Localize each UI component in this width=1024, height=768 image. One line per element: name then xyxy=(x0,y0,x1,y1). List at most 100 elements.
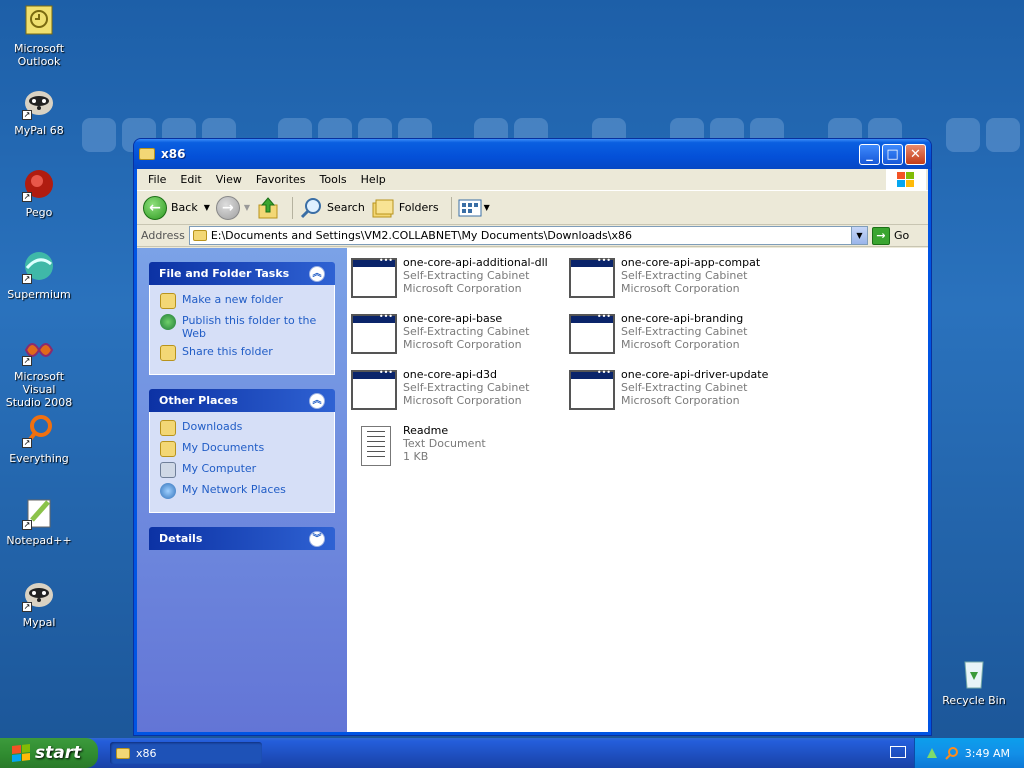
cabinet-icon xyxy=(569,368,617,412)
task-label: Make a new folder xyxy=(182,293,283,306)
file-name: one-core-api-app-compat xyxy=(621,256,761,269)
file-item[interactable]: one-core-api-driver-update Self-Extracti… xyxy=(569,368,779,418)
minimize-button[interactable]: _ xyxy=(859,143,880,165)
explorer-body: File and Folder Tasks ︽ Make a new folde… xyxy=(137,248,928,732)
desktop-icon-label: Pego xyxy=(25,206,53,219)
desktop-icon-pego[interactable]: ↗ Pego xyxy=(0,168,78,219)
start-label: start xyxy=(35,743,82,763)
file-item[interactable]: one-core-api-app-compat Self-Extracting … xyxy=(569,256,779,306)
close-button[interactable]: ✕ xyxy=(905,143,926,165)
file-type: Self-Extracting Cabinet xyxy=(403,269,530,282)
file-info: 1 KB xyxy=(403,450,429,463)
taskbar-window-button[interactable]: x86 xyxy=(110,742,262,764)
search-button[interactable]: Search xyxy=(299,196,365,220)
file-type: Text Document xyxy=(403,437,486,450)
system-tray: 3:49 AM xyxy=(914,738,1024,768)
back-button[interactable]: ← Back ▼ xyxy=(143,195,210,220)
menu-view[interactable]: View xyxy=(209,171,249,188)
folders-button[interactable]: Folders xyxy=(371,196,439,220)
everything-tray-icon[interactable] xyxy=(945,746,959,760)
menu-favorites[interactable]: Favorites xyxy=(249,171,313,188)
collapse-chevron-icon[interactable]: ︽ xyxy=(309,392,325,409)
recycle-bin-icon xyxy=(957,656,991,690)
panel-header[interactable]: Other Places ︽ xyxy=(149,389,335,412)
up-button[interactable] xyxy=(256,196,280,220)
desktop-icon-visual-studio[interactable]: ↗ Microsoft Visual Studio 2008 xyxy=(0,332,78,409)
place-my-network-places[interactable]: My Network Places xyxy=(160,483,324,499)
folder-icon xyxy=(116,747,130,759)
file-info: Microsoft Corporation xyxy=(621,394,740,407)
file-name: Readme xyxy=(403,424,449,437)
menu-file[interactable]: File xyxy=(141,171,173,188)
task-share-folder[interactable]: Share this folder xyxy=(160,345,324,361)
file-item[interactable]: one-core-api-base Self-Extracting Cabine… xyxy=(351,312,561,362)
place-my-documents[interactable]: My Documents xyxy=(160,441,324,457)
panel-header[interactable]: File and Folder Tasks ︽ xyxy=(149,262,335,285)
address-bar: Address E:\Documents and Settings\VM2.CO… xyxy=(137,225,928,247)
desktop-icon-everything[interactable]: ↗ Everything xyxy=(0,414,78,465)
file-item[interactable]: one-core-api-additional-dll Self-Extract… xyxy=(351,256,561,306)
cabinet-icon xyxy=(351,368,399,412)
file-info: Microsoft Corporation xyxy=(403,338,522,351)
desktop-icon-label: Microsoft Visual Studio 2008 xyxy=(5,370,73,409)
folders-label: Folders xyxy=(398,201,439,214)
desktop-icon-label: Notepad++ xyxy=(6,534,72,547)
file-item[interactable]: one-core-api-branding Self-Extracting Ca… xyxy=(569,312,779,362)
maximize-button[interactable]: □ xyxy=(882,143,903,165)
desktop-icon-label: Supermium xyxy=(7,288,71,301)
menu-tools[interactable]: Tools xyxy=(313,171,354,188)
file-item[interactable]: one-core-api-d3d Self-Extracting Cabinet… xyxy=(351,368,561,418)
keyboard-icon[interactable] xyxy=(890,746,906,758)
mypal-icon: ↗ xyxy=(22,578,56,612)
task-pane: File and Folder Tasks ︽ Make a new folde… xyxy=(137,248,347,732)
network-places-icon xyxy=(160,483,176,499)
place-my-computer[interactable]: My Computer xyxy=(160,462,324,478)
outlook-icon xyxy=(22,4,56,38)
back-arrow-icon: ← xyxy=(143,195,167,220)
menu-help[interactable]: Help xyxy=(354,171,393,188)
taskbar-window-label: x86 xyxy=(136,746,157,760)
panel-title: Details xyxy=(159,532,203,545)
visual-studio-icon: ↗ xyxy=(22,332,56,366)
title-bar[interactable]: x86 _ □ ✕ xyxy=(134,139,931,169)
address-input[interactable]: E:\Documents and Settings\VM2.COLLABNET\… xyxy=(188,226,868,245)
desktop-icon-mypal68[interactable]: ↗ MyPal 68 xyxy=(0,86,78,137)
file-info: Microsoft Corporation xyxy=(403,394,522,407)
file-item[interactable]: Readme Text Document 1 KB xyxy=(351,424,561,474)
desktop-icon-notepadpp[interactable]: ↗ Notepad++ xyxy=(0,496,78,547)
folder-up-icon xyxy=(258,196,278,218)
collapse-chevron-icon[interactable]: ︽ xyxy=(309,265,325,282)
task-make-new-folder[interactable]: Make a new folder xyxy=(160,293,324,309)
desktop-icon-supermium[interactable]: ↗ Supermium xyxy=(0,250,78,301)
network-tray-icon[interactable] xyxy=(925,746,939,760)
globe-icon xyxy=(160,314,176,330)
address-dropdown-button[interactable]: ▼ xyxy=(851,227,867,244)
toolbar: ← Back ▼ → ▼ Search Folders ▼ xyxy=(137,191,928,225)
search-icon xyxy=(300,197,322,218)
place-downloads[interactable]: Downloads xyxy=(160,420,324,436)
go-label: Go xyxy=(894,229,910,242)
panel-header[interactable]: Details ︾ xyxy=(149,527,335,550)
share-folder-icon xyxy=(160,345,176,361)
clock[interactable]: 3:49 AM xyxy=(965,747,1010,760)
dropdown-arrow-icon[interactable]: ▼ xyxy=(244,203,250,212)
panel-body: Downloads My Documents My Computer My Ne… xyxy=(149,412,335,513)
file-type: Self-Extracting Cabinet xyxy=(403,325,530,338)
mypal-icon: ↗ xyxy=(22,86,56,120)
go-button[interactable]: → Go xyxy=(872,226,924,245)
desktop-icon-outlook[interactable]: Microsoft Outlook xyxy=(0,4,78,68)
expand-chevron-icon[interactable]: ︾ xyxy=(309,530,325,547)
cabinet-icon xyxy=(569,256,617,300)
desktop-icon-recycle-bin[interactable]: Recycle Bin xyxy=(935,656,1013,707)
file-info: Microsoft Corporation xyxy=(621,282,740,295)
desktop-icon-mypal[interactable]: ↗ Mypal xyxy=(0,578,78,629)
task-publish-folder[interactable]: Publish this folder to the Web xyxy=(160,314,324,340)
windows-logo-icon xyxy=(886,169,926,191)
folder-icon xyxy=(160,420,176,436)
menu-edit[interactable]: Edit xyxy=(173,171,208,188)
forward-button[interactable]: → ▼ xyxy=(215,195,250,220)
dropdown-arrow-icon[interactable]: ▼ xyxy=(204,203,210,212)
file-type: Self-Extracting Cabinet xyxy=(621,381,748,394)
start-button[interactable]: start xyxy=(0,738,98,768)
views-button[interactable]: ▼ xyxy=(458,198,490,218)
